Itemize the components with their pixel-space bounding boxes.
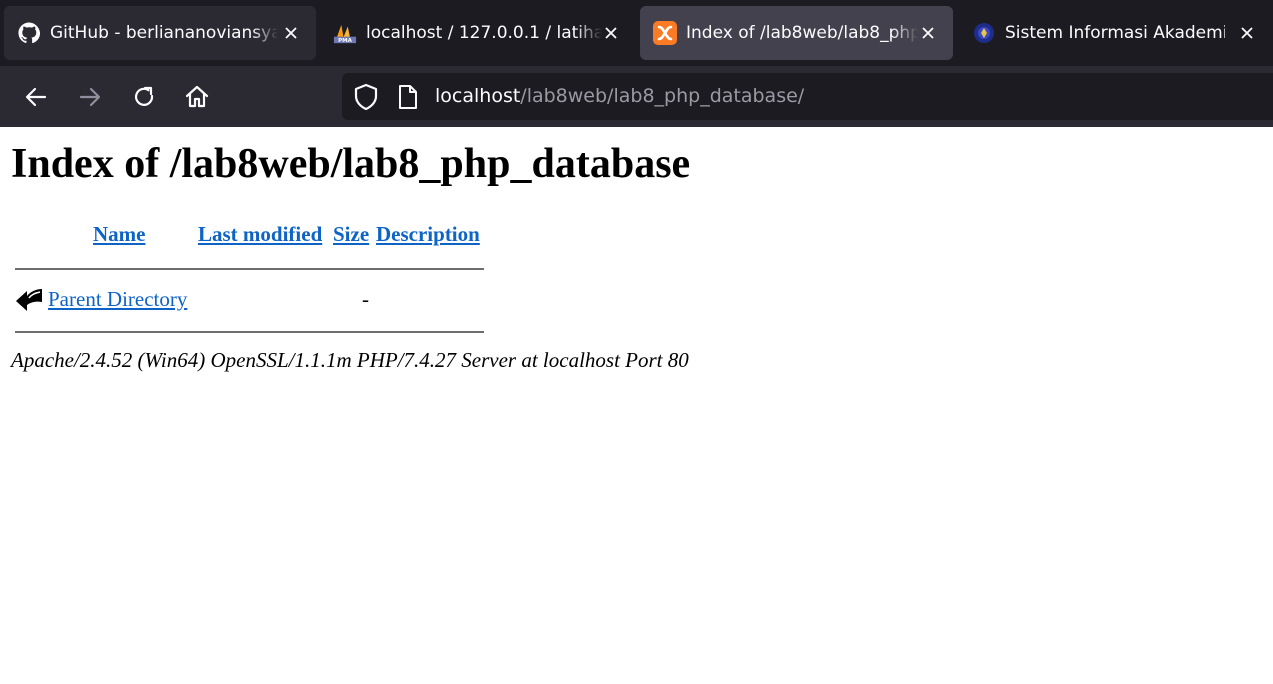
url-path: /lab8web/lab8_php_database/ — [520, 85, 805, 107]
university-icon — [972, 21, 996, 45]
tab-github[interactable]: GitHub - berliananoviansyah — [4, 6, 316, 60]
reload-button[interactable] — [127, 80, 161, 114]
url-text[interactable]: localhost/lab8web/lab8_php_database/ — [435, 73, 804, 120]
tab-sistem-informasi[interactable]: Sistem Informasi Akademik — [959, 6, 1273, 60]
tab-title-fade — [252, 6, 278, 60]
reload-icon — [134, 86, 154, 106]
home-button[interactable] — [180, 80, 214, 114]
url-host: localhost — [435, 85, 521, 107]
tab-title: Index of /lab8web/lab8_php_database — [686, 23, 918, 43]
server-signature: Apache/2.4.52 (Win64) OpenSSL/1.1.1m PHP… — [11, 348, 689, 372]
page-title: Index of /lab8web/lab8_php_database — [11, 141, 691, 187]
svg-text:PMA: PMA — [338, 38, 353, 44]
shield-icon[interactable] — [353, 83, 379, 111]
tab-index-of[interactable]: Index of /lab8web/lab8_php_database — [640, 6, 953, 60]
github-icon — [17, 21, 41, 45]
column-header-name[interactable]: Name — [93, 222, 145, 247]
table-divider — [15, 268, 484, 270]
table-divider — [15, 331, 484, 333]
arrow-right-icon — [79, 87, 101, 107]
column-header-last-modified[interactable]: Last modified — [198, 222, 322, 247]
close-icon[interactable] — [599, 21, 623, 45]
close-icon[interactable] — [916, 21, 940, 45]
close-icon[interactable] — [279, 21, 303, 45]
page-content: Index of /lab8web/lab8_php_database Name… — [0, 127, 1273, 684]
tab-title: localhost / 127.0.0.1 / latihan — [366, 23, 602, 43]
tab-bar: GitHub - berliananoviansyah PMA localhos… — [0, 0, 1273, 66]
back-button[interactable] — [19, 80, 53, 114]
tab-title-fade — [892, 6, 918, 60]
parent-directory-link[interactable]: Parent Directory — [48, 287, 187, 312]
close-icon[interactable] — [1235, 21, 1259, 45]
home-icon — [185, 85, 209, 108]
tab-title: Sistem Informasi Akademik — [1005, 23, 1225, 43]
tab-phpmyadmin[interactable]: PMA localhost / 127.0.0.1 / latihan — [320, 6, 632, 60]
size-cell: - — [362, 287, 369, 311]
page-icon[interactable] — [397, 84, 419, 110]
forward-button[interactable] — [73, 80, 107, 114]
tab-title: GitHub - berliananoviansyah — [50, 23, 278, 43]
xampp-icon — [653, 21, 677, 45]
arrow-left-icon — [25, 87, 47, 107]
phpmyadmin-icon: PMA — [333, 21, 357, 45]
column-header-description[interactable]: Description — [376, 222, 480, 247]
back-arrow-icon — [14, 286, 44, 314]
column-header-size[interactable]: Size — [333, 222, 369, 247]
